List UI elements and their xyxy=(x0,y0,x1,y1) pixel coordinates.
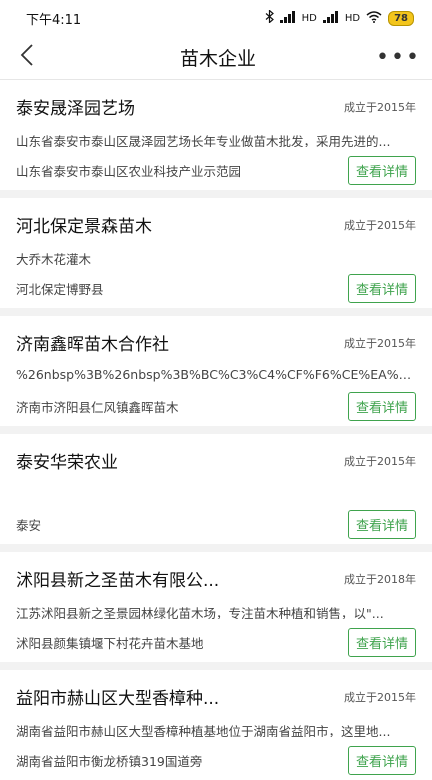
nav-bar: 苗木企业 ••• xyxy=(0,36,432,80)
company-address: 济南市济阳县仁风镇鑫晖苗木 xyxy=(16,400,179,415)
company-name: 泰安华荣农业 xyxy=(16,453,118,473)
company-name: 泰安晟泽园艺场 xyxy=(16,99,135,119)
company-address: 河北保定博野县 xyxy=(16,282,104,297)
company-description xyxy=(16,485,416,501)
list-item[interactable]: 益阳市赫山区大型香樟种... 成立于2015年 湖南省益阳市赫山区大型香樟种植基… xyxy=(0,670,432,780)
view-details-button[interactable]: 查看详情 xyxy=(347,392,416,421)
founded-date: 成立于2015年 xyxy=(344,100,416,114)
page-title: 苗木企业 xyxy=(179,48,256,70)
company-name: 济南鑫晖苗木合作社 xyxy=(16,335,169,355)
founded-date: 成立于2015年 xyxy=(344,690,416,704)
company-address: 沭阳县颜集镇堰下村花卉苗木基地 xyxy=(16,636,204,651)
founded-date: 成立于2018年 xyxy=(344,572,416,586)
list-item[interactable]: 泰安晟泽园艺场 成立于2015年 山东省泰安市泰山区晟泽园艺场长年专业做苗木批发… xyxy=(0,80,432,190)
company-description: %26nbsp%3B%26nbsp%3B%BC%C3%C4%CF%F6%CE%E… xyxy=(16,367,416,382)
founded-date: 成立于2015年 xyxy=(344,218,416,232)
company-description: 山东省泰安市泰山区晟泽园艺场长年专业做苗木批发，采用先进的... xyxy=(16,134,391,147)
more-icon[interactable]: ••• xyxy=(376,45,419,70)
list-item[interactable]: 沭阳县新之圣苗木有限公... 成立于2018年 江苏沭阳县新之圣景园林绿化苗木场… xyxy=(0,552,432,662)
company-list: 泰安晟泽园艺场 成立于2015年 山东省泰安市泰山区晟泽园艺场长年专业做苗木批发… xyxy=(0,80,432,780)
wifi-icon xyxy=(366,10,382,26)
company-address: 山东省泰安市泰山区农业科技产业示范园 xyxy=(16,164,242,179)
list-item[interactable]: 泰安华荣农业 成立于2015年 泰安 查看详情 xyxy=(0,434,432,544)
status-bar: 下午4:11 HD HD 78 xyxy=(0,0,432,36)
status-time: 下午4:11 xyxy=(26,12,82,28)
list-item[interactable]: 济南鑫晖苗木合作社 成立于2015年 %26nbsp%3B%26nbsp%3B%… xyxy=(0,316,432,426)
company-description: 湖南省益阳市赫山区大型香樟种植基地位于湖南省益阳市，这里地... xyxy=(16,724,391,737)
company-name: 沭阳县新之圣苗木有限公... xyxy=(16,571,220,591)
founded-date: 成立于2015年 xyxy=(344,454,416,468)
view-details-button[interactable]: 查看详情 xyxy=(347,746,416,775)
view-details-button[interactable]: 查看详情 xyxy=(347,510,416,539)
signal-icon-2 xyxy=(322,10,339,26)
list-item[interactable]: 河北保定景森苗木 成立于2015年 大乔木花灌木 河北保定博野县 查看详情 xyxy=(0,198,432,308)
hd-label-1: HD xyxy=(301,12,317,24)
company-address: 泰安 xyxy=(16,518,42,533)
hd-label-2: HD xyxy=(344,12,361,24)
signal-icon xyxy=(279,10,296,26)
company-name: 益阳市赫山区大型香樟种... xyxy=(16,689,220,709)
view-details-button[interactable]: 查看详情 xyxy=(347,628,416,657)
view-details-button[interactable]: 查看详情 xyxy=(347,274,416,303)
view-details-button[interactable]: 查看详情 xyxy=(347,156,416,185)
company-description: 大乔木花灌木 xyxy=(16,252,92,265)
company-address: 湖南省益阳市衡龙桥镇319国道旁 xyxy=(16,754,203,769)
back-arrow-icon[interactable] xyxy=(20,44,60,71)
founded-date: 成立于2015年 xyxy=(344,336,416,350)
company-description: 江苏沭阳县新之圣景园林绿化苗木场，专注苗木种植和销售，以"... xyxy=(16,606,384,619)
company-name: 河北保定景森苗木 xyxy=(16,217,152,237)
bluetooth-icon xyxy=(265,9,274,26)
status-icons: HD HD 78 xyxy=(265,9,414,26)
battery-icon: 78 xyxy=(388,10,414,26)
